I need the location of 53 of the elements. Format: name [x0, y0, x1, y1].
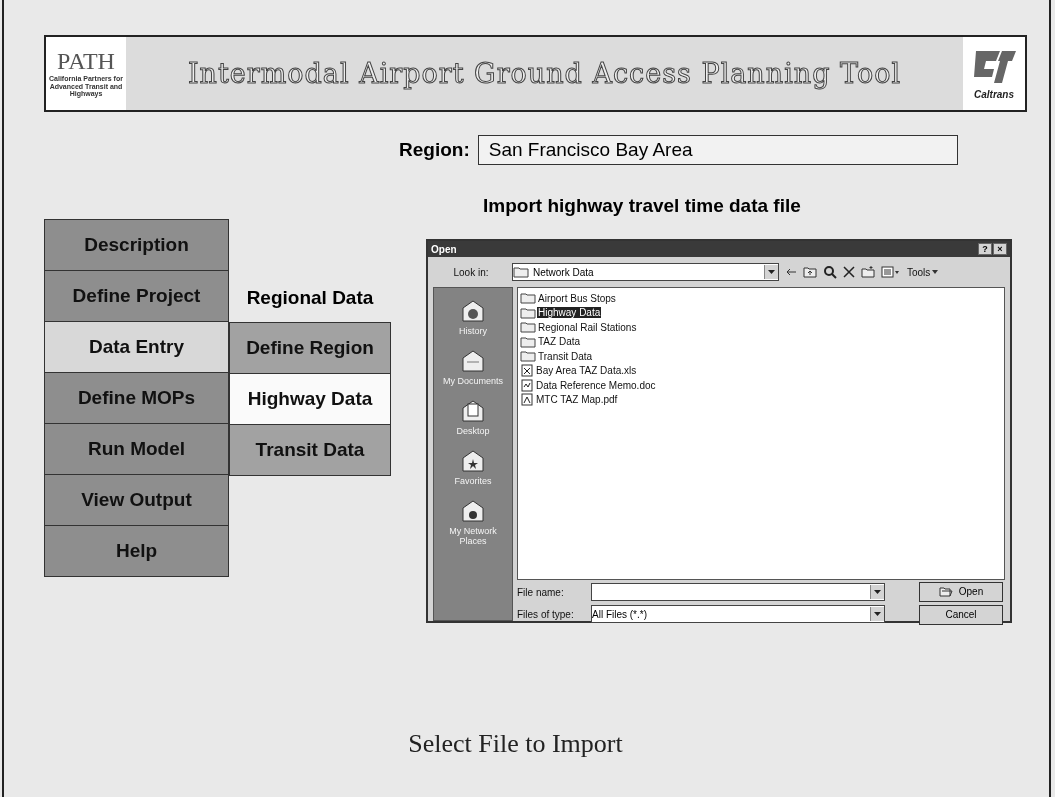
document-file-icon — [520, 378, 534, 392]
help-button[interactable]: ? — [978, 243, 992, 255]
nav-button[interactable]: Data Entry — [44, 321, 229, 373]
file-type-dropdown[interactable]: All Files (*.*) — [591, 605, 885, 623]
file-type-label: Files of type: — [517, 608, 575, 620]
spreadsheet-file-icon — [520, 364, 534, 378]
places-item[interactable]: Desktop — [435, 398, 511, 436]
status-message: Select File to Import — [408, 729, 623, 759]
logo-text: Caltrans — [974, 89, 1014, 100]
region-label: Region: — [399, 139, 470, 161]
submenu-button[interactable]: Highway Data — [229, 373, 391, 425]
nav-button[interactable]: Run Model — [44, 423, 229, 475]
open-button[interactable]: Open — [919, 581, 1003, 602]
file-name-field[interactable] — [591, 583, 885, 601]
nav-button[interactable]: Define Project — [44, 270, 229, 322]
nav-button[interactable]: Define MOPs — [44, 372, 229, 424]
submenu-button[interactable]: Transit Data — [229, 424, 391, 476]
places-item[interactable]: History — [435, 298, 511, 336]
new-folder-icon[interactable] — [861, 266, 875, 278]
logo-text: PATH — [57, 48, 115, 73]
file-item[interactable]: Bay Area TAZ Data.xls — [535, 365, 638, 377]
views-icon[interactable] — [881, 266, 901, 278]
file-item[interactable]: Highway Data — [537, 307, 602, 319]
close-button[interactable]: × — [993, 243, 1007, 255]
tools-menu[interactable]: Tools — [907, 266, 931, 278]
up-folder-icon[interactable] — [803, 266, 817, 278]
section-heading: Regional Data — [245, 285, 375, 310]
dialog-title: Open — [431, 243, 457, 255]
look-in-label: Look in: — [452, 266, 490, 278]
file-item[interactable]: MTC TAZ Map.pdf — [535, 394, 619, 406]
places-item[interactable]: My Documents — [435, 348, 511, 386]
nav-button[interactable]: Help — [44, 525, 229, 577]
file-item[interactable]: Data Reference Memo.doc — [535, 379, 657, 391]
file-item[interactable]: TAZ Data — [537, 336, 582, 348]
pdf-file-icon — [520, 393, 534, 407]
submenu-button[interactable]: Define Region — [229, 322, 391, 374]
file-item[interactable]: Airport Bus Stops — [537, 292, 617, 304]
file-item[interactable]: Regional Rail Stations — [537, 321, 638, 333]
app-title: Intermodal Airport Ground Access Planning Tool — [187, 58, 902, 89]
file-item[interactable]: Transit Data — [537, 350, 594, 362]
cancel-button[interactable]: Cancel — [919, 604, 1003, 625]
back-arrow-icon[interactable] — [785, 267, 797, 277]
import-heading: Import highway travel time data file — [483, 195, 802, 217]
places-item[interactable]: My Network Places — [435, 498, 511, 546]
places-item[interactable]: Favorites — [435, 448, 511, 486]
look-in-dropdown[interactable]: Network Data — [512, 263, 779, 281]
nav-button[interactable]: View Output — [44, 474, 229, 526]
file-name-label: File name: — [517, 586, 565, 598]
nav-button[interactable]: Description — [44, 219, 229, 271]
caret-icon — [932, 270, 939, 274]
search-icon[interactable] — [823, 265, 837, 279]
delete-icon[interactable] — [843, 266, 855, 278]
region-field[interactable]: San Francisco Bay Area — [477, 135, 958, 165]
